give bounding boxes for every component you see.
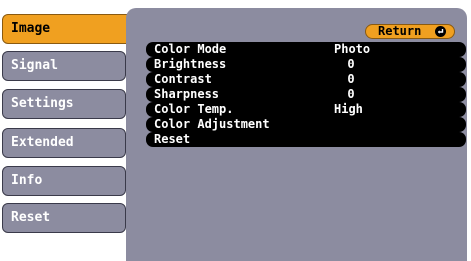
menu-row-color-mode[interactable]: Color Mode Photo (146, 42, 466, 57)
row-value: 0 (347, 57, 355, 71)
menu-row-brightness[interactable]: Brightness 0 (146, 57, 466, 72)
row-label: Brightness (154, 57, 227, 71)
row-value: High (334, 102, 363, 116)
menu-row-contrast[interactable]: Contrast 0 (146, 72, 466, 87)
tab-info[interactable]: Info (2, 166, 126, 196)
tab-extended[interactable]: Extended (2, 128, 126, 158)
row-label: Sharpness (154, 87, 220, 101)
row-label: Contrast (154, 72, 212, 86)
row-value: 0 (347, 72, 355, 86)
row-label: Color Temp. (154, 102, 234, 116)
row-label: Color Adjustment (154, 117, 270, 131)
menu-row-sharpness[interactable]: Sharpness 0 (146, 87, 466, 102)
row-label: Color Mode (154, 42, 227, 56)
menu-row-color-adjustment[interactable]: Color Adjustment (146, 117, 466, 132)
menu-tabs: Image Signal Settings Extended Info Rese… (0, 0, 140, 261)
settings-list: Color Mode Photo Brightness 0 Contrast 0… (146, 42, 466, 147)
return-label: Return (378, 24, 422, 38)
menu-row-reset[interactable]: Reset (146, 132, 466, 147)
row-value: 0 (347, 87, 355, 101)
row-label: Reset (154, 132, 191, 146)
tab-image[interactable]: Image (2, 14, 136, 44)
tab-signal[interactable]: Signal (2, 51, 126, 81)
menu-row-color-temp[interactable]: Color Temp. High (146, 102, 466, 117)
return-button[interactable]: Return (365, 24, 455, 39)
enter-icon (435, 26, 446, 37)
tab-reset[interactable]: Reset (2, 203, 126, 233)
row-value: Photo (334, 42, 371, 56)
tab-settings[interactable]: Settings (2, 89, 126, 119)
